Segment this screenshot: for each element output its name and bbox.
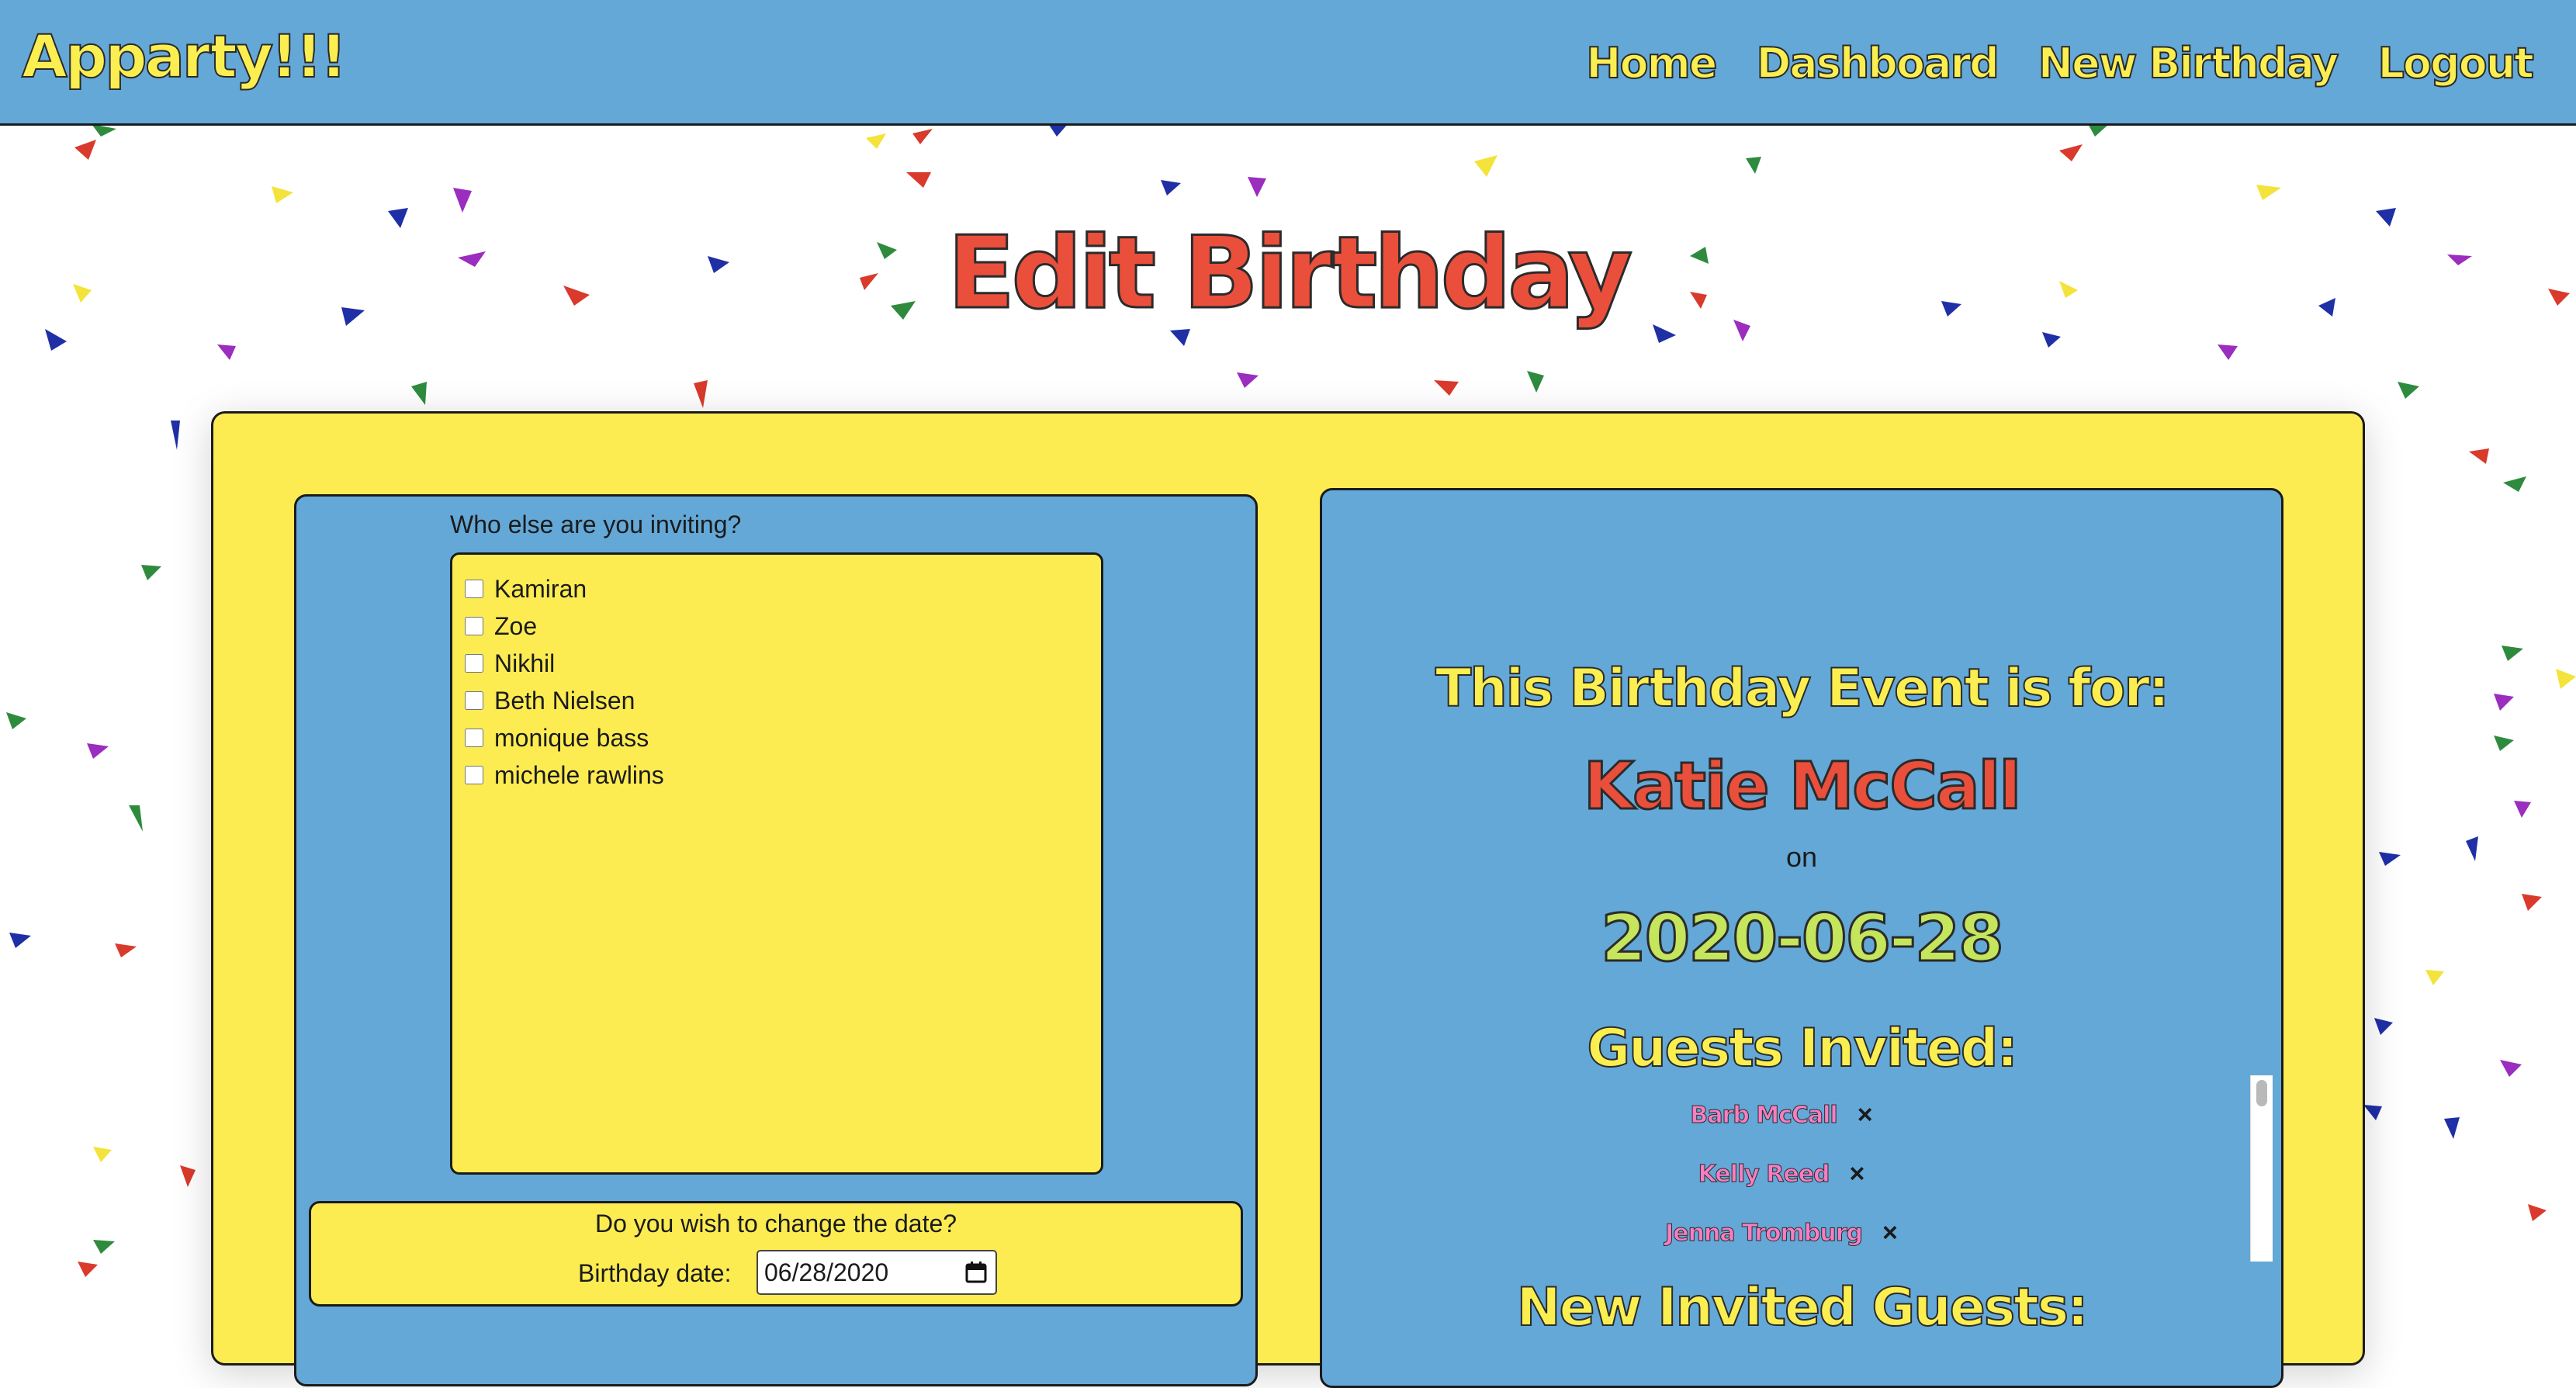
guest-option-label: Beth Nielsen — [494, 686, 635, 715]
guests-invited-heading: Guests Invited: — [1586, 1017, 2018, 1080]
event-summary-panel: This Birthday Event is for: Katie McCall… — [1320, 488, 2283, 1388]
guest-checkbox[interactable] — [465, 617, 483, 635]
guest-checkbox[interactable] — [465, 654, 483, 673]
calendar-icon[interactable] — [964, 1261, 988, 1284]
remove-guest-icon[interactable]: × — [1858, 1100, 1873, 1130]
guest-option[interactable]: monique bass — [463, 719, 1090, 756]
remove-guest-icon[interactable]: × — [1850, 1159, 1865, 1189]
nav-logout[interactable]: Logout — [2377, 38, 2535, 88]
guest-option-label: Kamiran — [494, 574, 587, 603]
guest-checkbox[interactable] — [465, 729, 483, 747]
guest-option[interactable]: michele rawlins — [463, 756, 1090, 794]
birthday-date-label: Birthday date: — [578, 1259, 732, 1287]
on-label: on — [1785, 841, 1818, 873]
event-for-heading: This Birthday Event is for: — [1435, 657, 2170, 720]
guest-option-label: michele rawlins — [494, 760, 664, 789]
nav-dashboard[interactable]: Dashboard — [1755, 38, 2000, 88]
invited-guest-name: Kelly Reed — [1698, 1161, 1830, 1189]
guest-option[interactable]: Kamiran — [463, 570, 1090, 607]
event-date: 2020-06-28 — [1600, 899, 2005, 978]
remove-guest-icon[interactable]: × — [1882, 1218, 1898, 1248]
invite-label: Who else are you inviting? — [450, 511, 742, 538]
scrollbar-thumb[interactable] — [2256, 1080, 2267, 1106]
nav-links: Home Dashboard New Birthday Logout — [1585, 38, 2535, 88]
edit-birthday-card: Who else are you inviting? Kamiran Zoe N… — [211, 411, 2365, 1388]
guest-option-label: Zoe — [494, 611, 538, 640]
change-date-question: Do you wish to change the date? — [594, 1210, 957, 1237]
navbar: Apparty!!! Home Dashboard New Birthday L… — [0, 0, 2576, 126]
invited-guest-name: Barb McCall — [1690, 1102, 1838, 1130]
guest-option[interactable]: Beth Nielsen — [463, 682, 1090, 719]
list-item: Kelly Reed × — [1322, 1159, 2241, 1189]
list-item: Barb McCall × — [1322, 1100, 2241, 1130]
invited-guest-name: Jenna Tromburg — [1665, 1220, 1864, 1248]
nav-home[interactable]: Home — [1585, 38, 1718, 88]
guest-checkbox[interactable] — [465, 766, 483, 784]
new-invited-guests-heading: New Invited Guests: — [1516, 1276, 2090, 1339]
guest-checkbox[interactable] — [465, 580, 483, 598]
guest-checkbox[interactable] — [465, 691, 483, 710]
guest-list-scrollbar[interactable] — [2250, 1075, 2273, 1262]
page-title: Edit Birthday — [946, 215, 1633, 333]
list-item: Jenna Tromburg × — [1322, 1218, 2241, 1248]
change-date-box: Do you wish to change the date? Birthday… — [309, 1201, 1243, 1307]
guest-option[interactable]: Nikhil — [463, 645, 1090, 682]
guest-option[interactable]: Zoe — [463, 607, 1090, 645]
brand-logo[interactable]: Apparty!!! — [21, 21, 348, 92]
birthday-date-input[interactable]: 06/28/2020 — [757, 1250, 997, 1295]
nav-new-birthday[interactable]: New Birthday — [2038, 38, 2340, 88]
invited-guest-list: Barb McCall × Kelly Reed × Jenna Trombur… — [1322, 1100, 2241, 1286]
guest-select-list: Kamiran Zoe Nikhil Beth Nielsen monique … — [450, 552, 1103, 1175]
edit-form-panel: Who else are you inviting? Kamiran Zoe N… — [294, 494, 1258, 1386]
guest-option-label: Nikhil — [494, 649, 556, 677]
birthday-person-name: Katie McCall — [1582, 747, 2022, 826]
birthday-date-value: 06/28/2020 — [764, 1258, 889, 1286]
guest-option-label: monique bass — [494, 723, 649, 752]
